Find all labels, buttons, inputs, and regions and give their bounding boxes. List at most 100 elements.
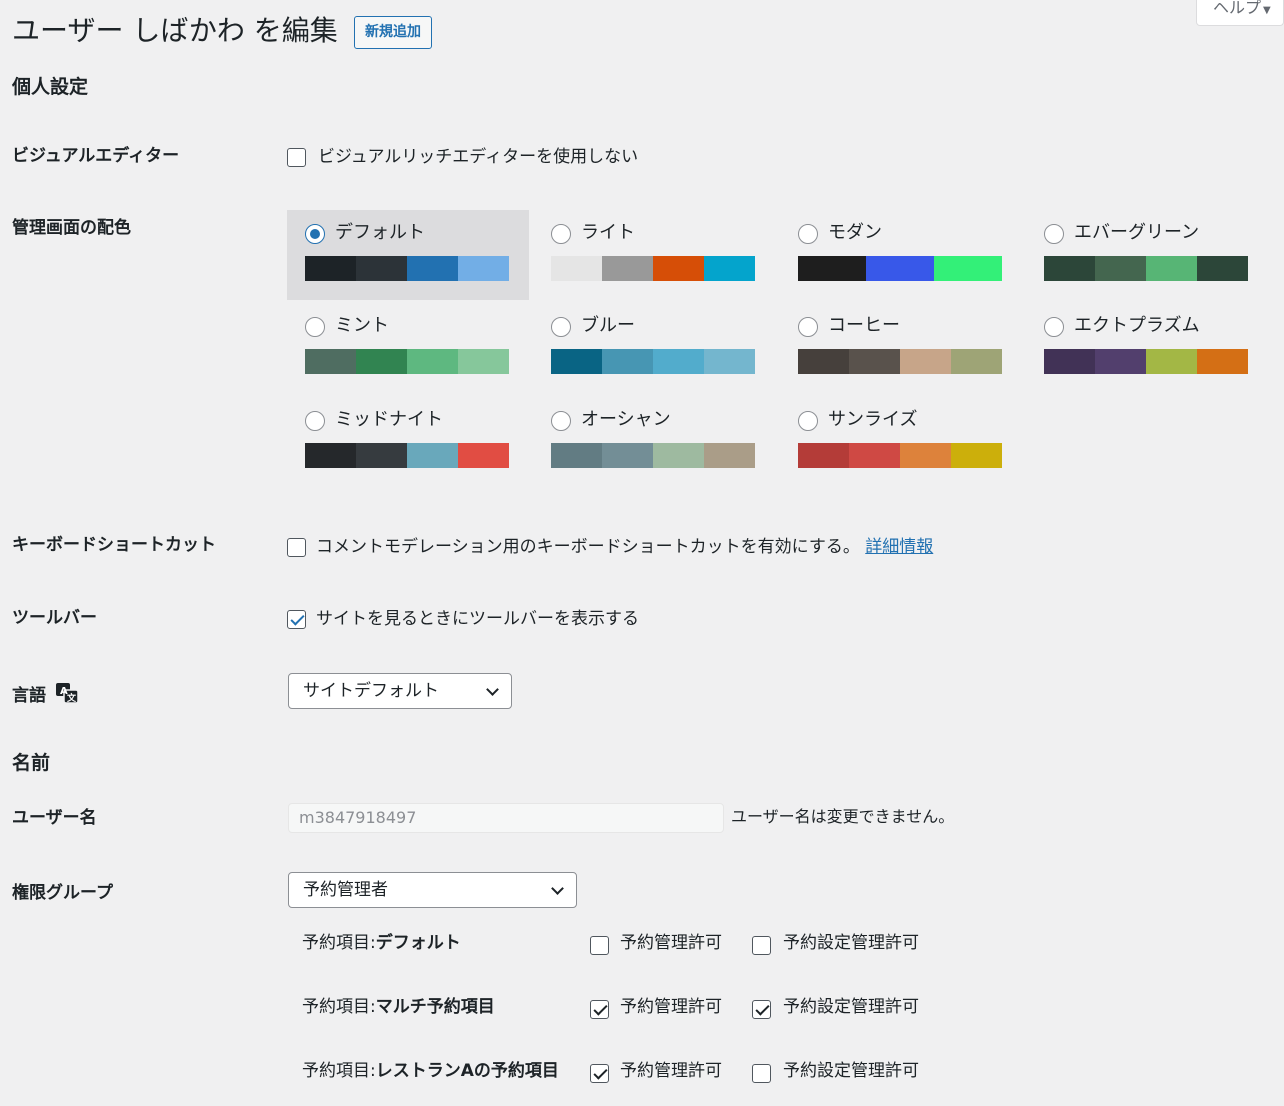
color-scheme-option[interactable]: ミッドナイト xyxy=(287,397,529,487)
color-swatches xyxy=(798,443,1002,468)
color-scheme-option[interactable]: モダン xyxy=(780,210,1022,300)
manage-permission-label: 予約管理許可 xyxy=(620,1061,722,1081)
color-swatch xyxy=(1146,349,1197,374)
color-swatch xyxy=(704,256,755,281)
help-tab[interactable]: ヘルプ ▼ xyxy=(1196,0,1284,26)
color-swatch xyxy=(1197,256,1248,281)
manage-permission-checkbox[interactable] xyxy=(590,999,609,1019)
color-scheme-radio[interactable] xyxy=(798,411,818,431)
color-scheme-option[interactable]: コーヒー xyxy=(780,303,1022,393)
settings-permission-checkbox[interactable] xyxy=(752,935,771,955)
language-select[interactable]: サイトデフォルト xyxy=(288,673,512,709)
translate-icon: A 文 xyxy=(55,683,79,704)
color-swatch xyxy=(356,443,407,468)
color-scheme-option[interactable]: オーシャン xyxy=(533,397,775,487)
color-scheme-radio[interactable] xyxy=(551,411,571,431)
settings-permission-label: 予約設定管理許可 xyxy=(783,933,919,953)
color-scheme-radio[interactable] xyxy=(305,411,325,431)
color-scheme-name: コーヒー xyxy=(828,315,900,336)
color-swatch xyxy=(798,443,849,468)
permission-group-select[interactable]: 予約管理者 xyxy=(288,872,577,908)
more-info-link[interactable]: 詳細情報 xyxy=(865,537,933,557)
color-swatch xyxy=(602,256,653,281)
keyboard-shortcuts-label: キーボードショートカット xyxy=(12,535,216,555)
name-heading: 名前 xyxy=(12,752,51,774)
page-title: ユーザー しばかわ を編集 xyxy=(12,14,338,47)
permission-item-label: 予約項目:デフォルト xyxy=(302,932,461,954)
permission-item-name: レストランAの予約項目 xyxy=(375,1061,559,1081)
language-select-value: サイトデフォルト xyxy=(303,681,439,701)
color-swatch xyxy=(900,443,951,468)
keyboard-shortcuts-option: コメントモデレーション用のキーボードショートカットを有効にする。 詳細情報 xyxy=(316,536,933,558)
color-scheme-radio[interactable] xyxy=(551,317,571,337)
color-scheme-radio[interactable] xyxy=(798,317,818,337)
color-swatches xyxy=(551,256,755,281)
color-swatch xyxy=(798,349,849,374)
permission-item-label: 予約項目:レストランAの予約項目 xyxy=(302,1060,559,1082)
color-scheme-option[interactable]: デフォルト xyxy=(287,210,529,300)
color-scheme-option[interactable]: サンライズ xyxy=(780,397,1022,487)
permission-item-prefix: 予約項目: xyxy=(302,1061,376,1081)
caret-down-icon: ▼ xyxy=(1263,5,1271,16)
color-scheme-radio[interactable] xyxy=(551,224,571,244)
keyboard-shortcuts-option-label: コメントモデレーション用のキーボードショートカットを有効にする。 xyxy=(316,537,860,557)
settings-permission-label: 予約設定管理許可 xyxy=(783,997,919,1017)
color-swatch xyxy=(305,256,356,281)
color-swatch xyxy=(653,443,704,468)
color-swatch xyxy=(602,443,653,468)
color-scheme-radio[interactable] xyxy=(305,224,325,244)
color-scheme-radio[interactable] xyxy=(1044,317,1064,337)
toolbar-checkbox[interactable] xyxy=(287,609,306,629)
manage-permission-checkbox[interactable] xyxy=(590,1063,609,1083)
color-swatch xyxy=(849,349,900,374)
color-swatch xyxy=(551,256,602,281)
color-scheme-radio[interactable] xyxy=(798,224,818,244)
color-swatch xyxy=(951,349,1002,374)
username-note: ユーザー名は変更できません。 xyxy=(731,807,955,826)
color-swatch xyxy=(1197,349,1248,374)
color-scheme-option[interactable]: エバーグリーン xyxy=(1026,210,1268,300)
visual-editor-checkbox[interactable] xyxy=(287,147,306,167)
color-swatches xyxy=(551,443,755,468)
manage-permission-checkbox[interactable] xyxy=(590,935,609,955)
color-swatch xyxy=(866,256,934,281)
color-swatch xyxy=(458,349,509,374)
color-swatch xyxy=(458,443,509,468)
color-swatch xyxy=(1095,349,1146,374)
help-label: ヘルプ xyxy=(1213,0,1262,17)
color-swatch xyxy=(551,349,602,374)
color-scheme-option[interactable]: ブルー xyxy=(533,303,775,393)
color-swatch xyxy=(305,443,356,468)
color-swatches xyxy=(551,349,755,374)
color-swatch xyxy=(356,256,407,281)
color-swatch xyxy=(407,443,458,468)
settings-permission-label: 予約設定管理許可 xyxy=(783,1061,919,1081)
color-scheme-option[interactable]: エクトプラズム xyxy=(1026,303,1268,393)
language-label: 言語 A 文 xyxy=(12,682,79,707)
personal-settings-heading: 個人設定 xyxy=(12,76,89,98)
visual-editor-label: ビジュアルエディター xyxy=(12,146,180,166)
color-swatch xyxy=(407,256,458,281)
color-swatches xyxy=(798,349,1002,374)
color-scheme-radio[interactable] xyxy=(305,317,325,337)
manage-permission-label: 予約管理許可 xyxy=(620,997,722,1017)
color-swatch xyxy=(849,443,900,468)
color-scheme-name: ブルー xyxy=(581,315,635,336)
color-swatch xyxy=(653,349,704,374)
color-scheme-option[interactable]: ミント xyxy=(287,303,529,393)
color-scheme-option[interactable]: ライト xyxy=(533,210,775,300)
color-scheme-name: エバーグリーン xyxy=(1074,222,1200,243)
permission-item-prefix: 予約項目: xyxy=(302,997,376,1017)
color-scheme-label: 管理画面の配色 xyxy=(12,218,131,238)
color-scheme-radio[interactable] xyxy=(1044,224,1064,244)
color-scheme-name: サンライズ xyxy=(828,409,918,430)
settings-permission-checkbox[interactable] xyxy=(752,999,771,1019)
keyboard-shortcuts-checkbox[interactable] xyxy=(287,537,306,557)
settings-permission-checkbox[interactable] xyxy=(752,1063,771,1083)
add-new-button[interactable]: 新規追加 xyxy=(354,16,432,49)
color-swatch xyxy=(798,256,866,281)
color-swatches xyxy=(305,349,509,374)
color-swatch xyxy=(305,349,356,374)
username-field: m3847918497 xyxy=(288,803,724,833)
color-scheme-name: オーシャン xyxy=(581,409,671,430)
